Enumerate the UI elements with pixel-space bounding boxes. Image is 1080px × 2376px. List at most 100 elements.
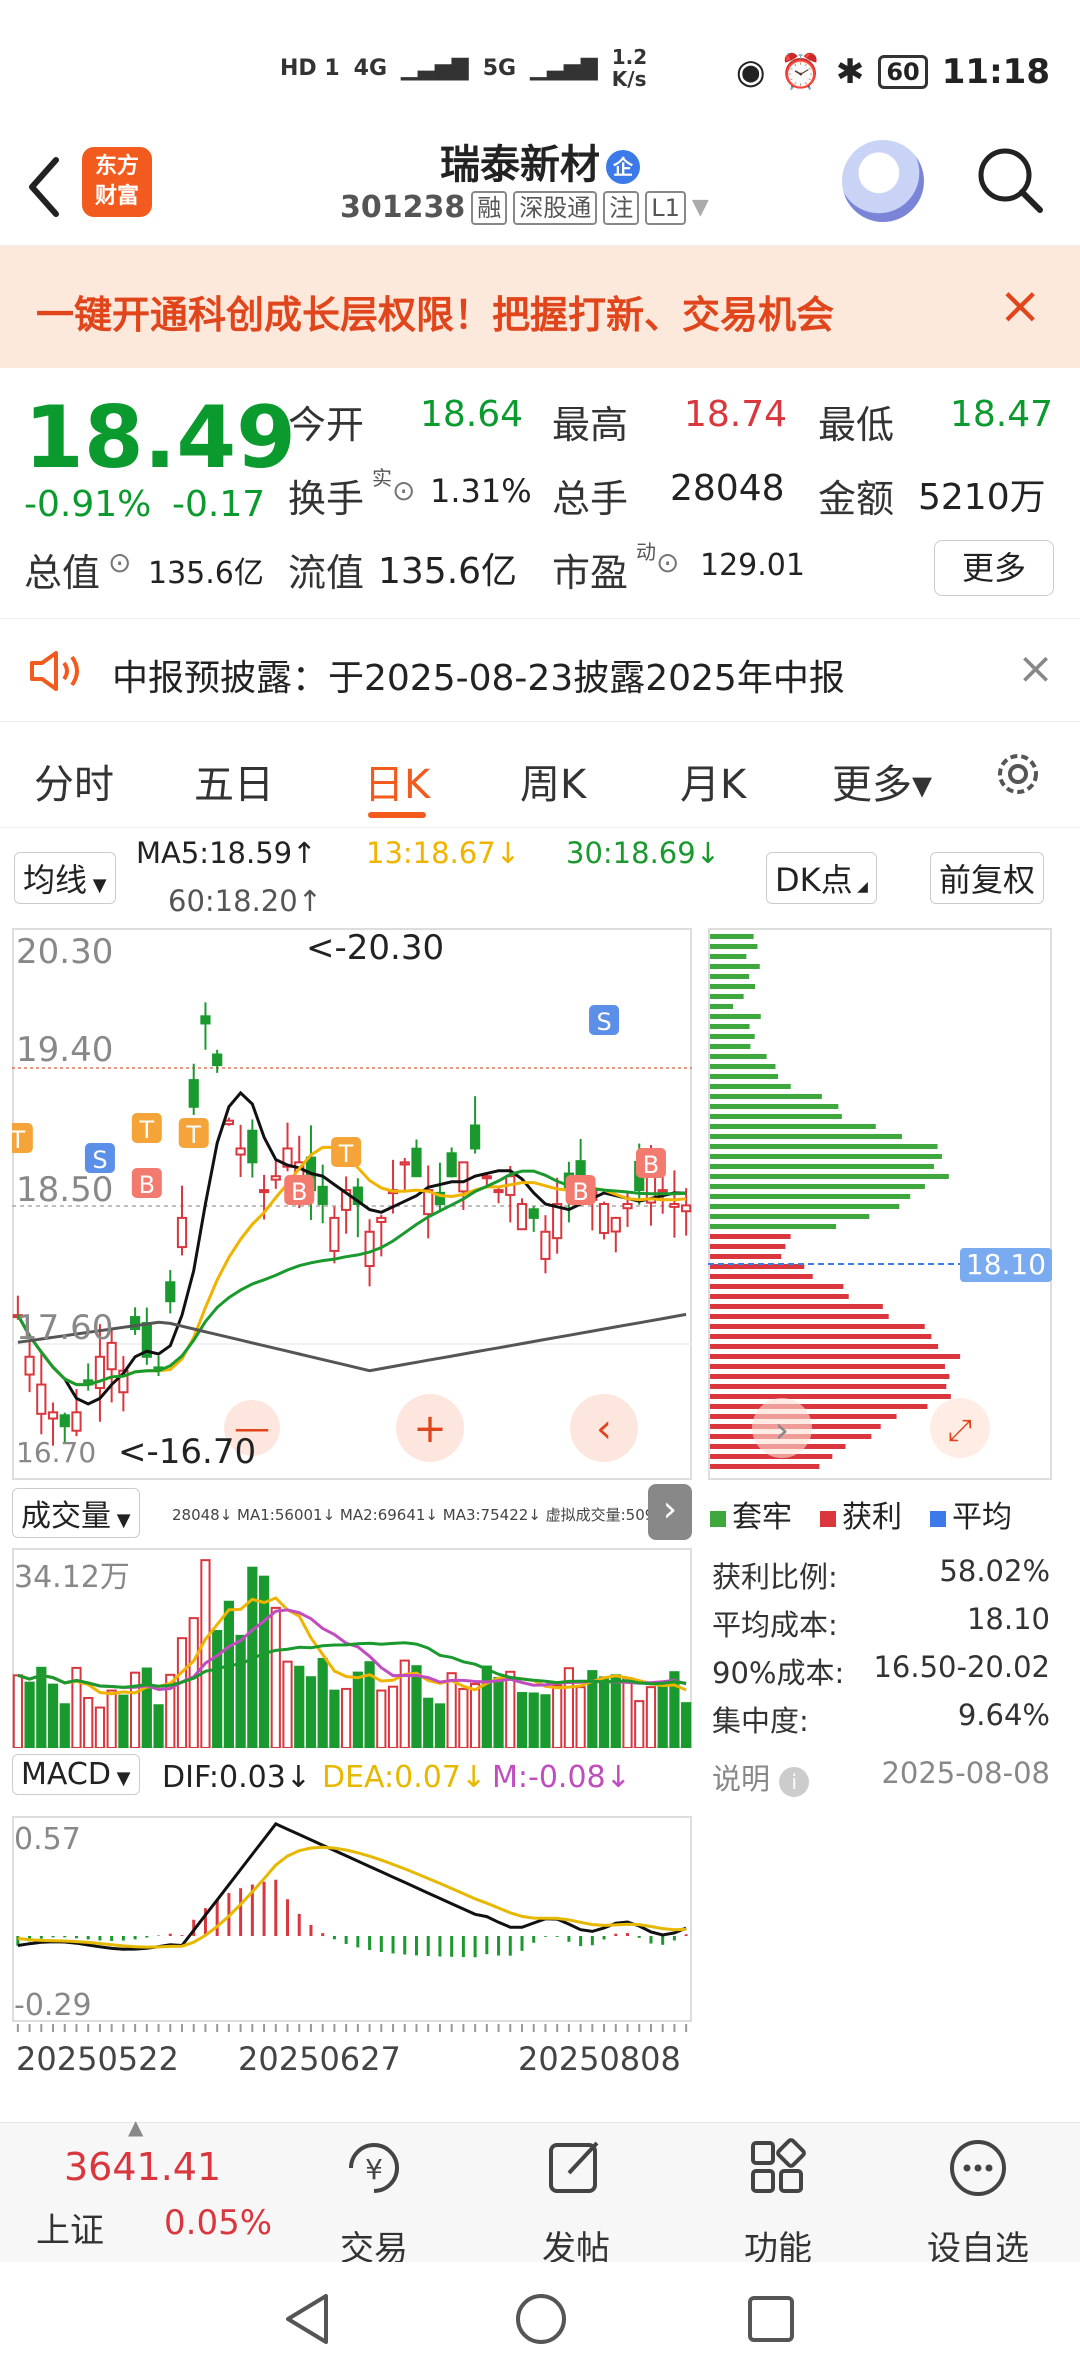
candle-body xyxy=(329,1216,340,1252)
ma30-value: 30:18.69↓ xyxy=(566,836,720,870)
chip-distribution-chart[interactable]: 18.10 › ⤢ xyxy=(708,928,1052,1480)
edit-icon[interactable] xyxy=(516,2133,636,2207)
tab-five-day[interactable]: 五日 xyxy=(194,752,274,810)
notice-bar[interactable]: 中报预披露：于2025-08-23披露2025年中报 × xyxy=(0,618,1080,722)
candle-body xyxy=(24,1355,35,1376)
chip-bar xyxy=(710,1214,870,1219)
candle-body xyxy=(681,1204,692,1213)
chip-bar xyxy=(710,1224,837,1229)
high-label: 最高 xyxy=(552,403,629,447)
indicator-selector-macd[interactable]: MACD ▼ xyxy=(12,1754,140,1795)
index-name[interactable]: 上证 xyxy=(36,2203,104,2252)
tab-weekly-k[interactable]: 周K xyxy=(520,752,586,810)
nav-recents-icon[interactable] xyxy=(746,2294,796,2344)
low-label: 最低 xyxy=(818,403,895,447)
robot-assistant-avatar[interactable] xyxy=(842,140,924,222)
index-change[interactable]: 0.05% xyxy=(164,2203,272,2243)
adjust-button[interactable]: 前复权 xyxy=(930,852,1045,904)
volume-bar xyxy=(329,1689,340,1748)
volume-bar xyxy=(505,1670,516,1748)
volume-label: 总手 xyxy=(552,477,629,521)
ma-selector[interactable]: 均线 ▼ xyxy=(14,852,116,904)
svg-text:›: › xyxy=(775,1410,789,1451)
date-label: 20250627 xyxy=(238,2040,401,2078)
tab-active-indicator xyxy=(368,812,426,818)
info-icon[interactable]: ⊙ xyxy=(656,546,679,579)
chip-bar xyxy=(710,1184,925,1189)
chip-bar xyxy=(710,984,756,989)
change-percent: -0.91% xyxy=(24,484,152,525)
candle-body xyxy=(212,1053,223,1067)
stock-code-row[interactable]: 301238 融 深股通 注 L1 ▼ xyxy=(340,190,709,225)
candle-body xyxy=(493,1189,504,1194)
indicator-selector-volume[interactable]: 成交量 ▼ xyxy=(12,1488,140,1538)
candle-body xyxy=(71,1411,82,1432)
expand-panel-arrow-icon[interactable]: › xyxy=(648,1484,692,1540)
search-icon[interactable] xyxy=(974,144,1046,216)
chip-bar xyxy=(710,1234,791,1239)
nav-home-icon[interactable] xyxy=(514,2292,568,2346)
promo-text: 一键开通科创成长层权限！把握打新、交易机会 xyxy=(36,293,835,337)
y-axis-label: 16.70 xyxy=(16,1436,97,1469)
close-icon[interactable]: × xyxy=(998,276,1042,336)
chip-bar xyxy=(710,1464,820,1469)
open-value: 18.64 xyxy=(420,394,524,435)
dk-point-button[interactable]: DK点 ◢ xyxy=(766,852,877,904)
volume-bar xyxy=(294,1665,305,1748)
macd-chart[interactable] xyxy=(12,1816,692,2022)
dropdown-triangle-icon: ▼ xyxy=(111,1510,131,1531)
volume-bar xyxy=(552,1684,563,1748)
volume-bar xyxy=(575,1686,586,1748)
svg-text:¥: ¥ xyxy=(365,2153,383,2186)
chip-bar xyxy=(710,1174,949,1179)
svg-text:‹: ‹ xyxy=(596,1406,612,1452)
tab-intraday[interactable]: 分时 xyxy=(34,752,114,810)
close-icon[interactable]: × xyxy=(1017,643,1054,694)
chip-bar xyxy=(710,1344,939,1349)
candle-body xyxy=(669,1203,680,1208)
current-price: 18.49 xyxy=(24,388,297,488)
more-button[interactable]: 更多 xyxy=(934,540,1054,596)
trade-icon[interactable]: ¥ xyxy=(314,2133,434,2207)
volume-legend: 28048↓ MA1:56001↓ MA2:69641↓ MA3:75422↓ … xyxy=(172,1506,674,1524)
chip-bar xyxy=(710,1404,928,1409)
nav-back-icon[interactable] xyxy=(282,2292,332,2346)
tab-more[interactable]: 更多▾ xyxy=(832,752,932,810)
gear-icon[interactable] xyxy=(990,746,1046,802)
macd-dea: DEA:0.07↓ xyxy=(322,1760,487,1795)
info-icon[interactable]: ⊙ xyxy=(108,546,131,579)
chip-bar xyxy=(710,1384,947,1389)
grid-icon[interactable] xyxy=(718,2133,838,2207)
signal-marker-label: B xyxy=(643,1151,659,1179)
volume-bar xyxy=(493,1676,504,1748)
chip-bar xyxy=(710,1194,911,1199)
tag-connect: 深股通 xyxy=(513,190,598,225)
candlestick-chart[interactable]: TST TBTB BSB — + ‹ xyxy=(12,928,692,1480)
volume-bar xyxy=(47,1683,59,1748)
macd-m: M:-0.08↓ xyxy=(492,1760,631,1795)
volume-bar xyxy=(528,1692,539,1748)
index-value[interactable]: 3641.41 xyxy=(64,2145,221,2189)
promo-banner[interactable]: 一键开通科创成长层权限！把握打新、交易机会 × xyxy=(0,246,1080,368)
candle-body xyxy=(376,1216,387,1223)
volume-bar xyxy=(270,1606,281,1748)
tab-daily-k[interactable]: 日K xyxy=(364,752,430,810)
more-dots-icon[interactable] xyxy=(918,2133,1038,2207)
volume-bar xyxy=(130,1671,141,1748)
signal-marker-label: S xyxy=(596,1008,611,1036)
volume-bar xyxy=(212,1630,223,1748)
chip-bar xyxy=(710,1104,839,1109)
volume-bar xyxy=(317,1657,328,1748)
notice-text: 中报预披露：于2025-08-23披露2025年中报 xyxy=(112,658,845,699)
chip-stat-value: 58.02% xyxy=(939,1554,1050,1588)
network-indicators: HD 1 4G ▁▃▅▇ 5G ▁▃▅▇ 1.2 K/s xyxy=(280,46,647,90)
legend-profit: 获利 xyxy=(820,1492,902,1536)
signal-marker-label: B xyxy=(572,1178,588,1206)
candle-body xyxy=(235,1147,246,1156)
candle-body xyxy=(622,1203,633,1210)
tab-monthly-k[interactable]: 月K xyxy=(680,752,746,810)
tag-registered: 注 xyxy=(603,190,640,225)
candle-body xyxy=(540,1230,551,1260)
chip-bar xyxy=(710,1314,889,1319)
info-icon[interactable]: ⊙ xyxy=(392,474,415,507)
